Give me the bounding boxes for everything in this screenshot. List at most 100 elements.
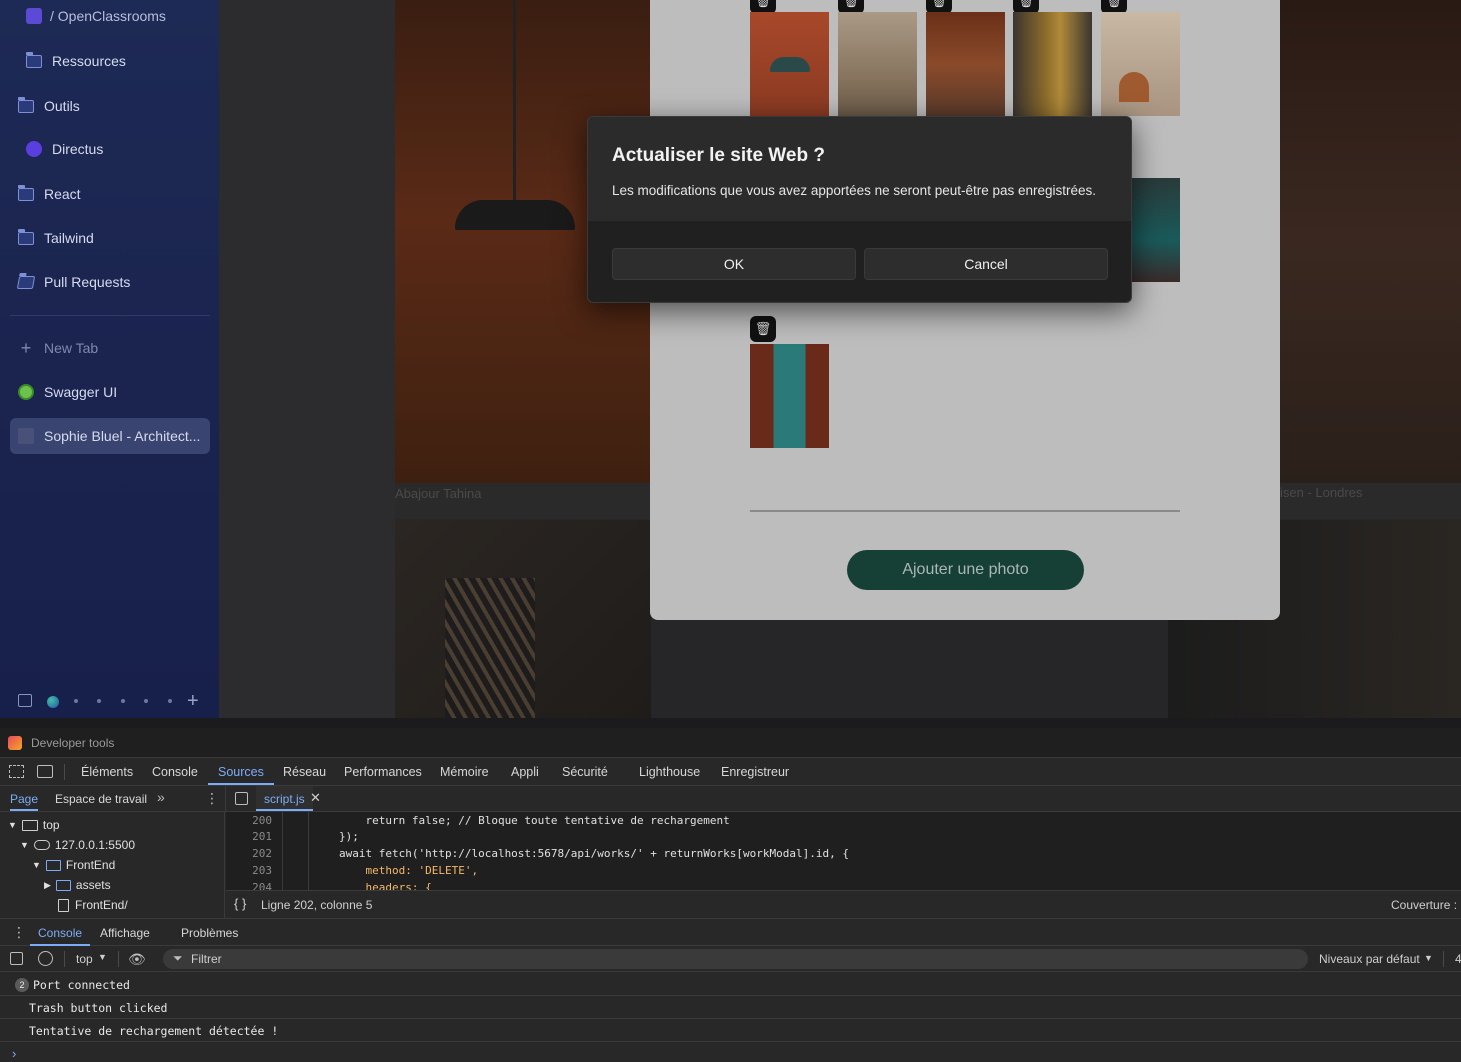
tree-label: 127.0.0.1:5500 — [54, 838, 135, 852]
close-icon[interactable]: ✕ — [310, 790, 321, 806]
page-left-background — [219, 0, 395, 718]
globe-icon[interactable] — [47, 696, 59, 708]
sidebar-tab-label: Sophie Bluel - Architect... — [44, 428, 201, 444]
log-levels-dropdown[interactable]: Niveaux par défaut — [1319, 952, 1420, 966]
cancel-button[interactable]: Cancel — [864, 248, 1108, 280]
context-selector[interactable]: top — [76, 952, 93, 966]
chevron-down-icon: ▼ — [1424, 953, 1433, 963]
thumbnail-image — [1132, 178, 1180, 282]
console-filter-input[interactable]: ⏷ Filtrer — [163, 949, 1308, 969]
console-message-text: Tentative de rechargement détectée ! — [29, 1024, 279, 1038]
tree-item-top[interactable]: ▼ top — [8, 818, 208, 832]
sidebar-item-tailwind[interactable]: Tailwind — [10, 220, 210, 256]
console-message-text: Trash button clicked — [29, 1001, 168, 1015]
folder-icon — [18, 96, 34, 113]
add-photo-button[interactable]: Ajouter une photo — [847, 550, 1084, 590]
tab-lighthouse[interactable]: Lighthouse — [639, 759, 700, 785]
sidebar-item-directus[interactable]: Directus — [10, 131, 210, 167]
format-icon[interactable]: { } — [234, 896, 246, 911]
add-space-icon[interactable]: + — [187, 690, 199, 713]
gallery-caption-left: Abajour Tahina — [395, 486, 482, 501]
devtools-title: Developer tools — [31, 736, 115, 750]
folder-icon — [26, 51, 42, 68]
sidebar-item-outils[interactable]: Outils — [10, 88, 210, 124]
sidebar-item-pull-requests[interactable]: Pull Requests — [10, 264, 210, 300]
tab-memory[interactable]: Mémoire — [440, 759, 489, 785]
pane-divider — [225, 786, 226, 812]
tab-console[interactable]: Console — [152, 759, 198, 785]
tab-performance[interactable]: Performances — [344, 759, 422, 785]
sidebar-toggle-icon[interactable] — [10, 952, 23, 965]
line-number: 203 — [252, 864, 272, 877]
tree-item-host[interactable]: ▼ 127.0.0.1:5500 — [20, 838, 220, 852]
thumbnail-image — [750, 12, 829, 116]
space-dot-icon[interactable] — [168, 699, 172, 703]
device-toolbar-icon[interactable] — [37, 765, 53, 778]
devtools-main-tabs: Éléments Console Sources Réseau Performa… — [0, 758, 1461, 786]
sidebar-tab-swagger[interactable]: Swagger UI — [10, 374, 210, 410]
kebab-menu-icon[interactable]: ⋮ — [205, 790, 219, 807]
tab-elements[interactable]: Éléments — [81, 759, 133, 785]
drawer-tab-rendering[interactable]: Affichage — [100, 920, 150, 946]
more-tabs-icon[interactable]: » — [157, 789, 165, 805]
tab-page[interactable]: Page — [10, 786, 39, 811]
gallery-image-right — [1280, 0, 1461, 483]
tree-item-frontend-file[interactable]: FrontEnd/ — [58, 898, 223, 912]
drawer-tab-console[interactable]: Console — [30, 920, 91, 946]
tab-sources[interactable]: Sources — [208, 759, 274, 785]
space-dot-icon[interactable] — [97, 699, 101, 703]
space-dot-icon[interactable] — [74, 699, 78, 703]
toolbar-divider — [1443, 951, 1444, 967]
directus-icon — [26, 141, 42, 157]
thumbnail-image — [1013, 12, 1092, 116]
cloud-icon — [33, 840, 50, 850]
drawer-tab-issues[interactable]: Problèmes — [181, 920, 238, 946]
new-tab-label: New Tab — [44, 340, 99, 356]
tab-recorder[interactable]: Enregistreur — [721, 759, 789, 785]
tree-item-assets[interactable]: ▶ assets — [44, 878, 224, 892]
thumbnail-image — [926, 12, 1005, 116]
file-tab-script[interactable]: script.js — [256, 786, 313, 811]
space-dot-icon[interactable] — [121, 699, 125, 703]
tree-item-frontend[interactable]: ▼ FrontEnd — [32, 858, 222, 872]
sidebar-item-react[interactable]: React — [10, 176, 210, 212]
tab-application[interactable]: Appli — [511, 759, 539, 785]
toggle-navigator-icon[interactable] — [235, 792, 248, 805]
console-toolbar: top ▼ 👁 ⏷ Filtrer Niveaux par défaut ▼ 4 — [0, 946, 1461, 972]
trash-icon[interactable]: 🗑 — [750, 316, 776, 342]
tab-security[interactable]: Sécurité — [562, 759, 608, 785]
clear-console-icon[interactable] — [38, 951, 53, 966]
sidebar-tab-sophie-bluel[interactable]: Sophie Bluel - Architect... — [10, 418, 210, 454]
tab-network[interactable]: Réseau — [283, 759, 326, 785]
page-icon — [18, 428, 34, 444]
dialog-message: Les modifications que vous avez apportée… — [612, 183, 1097, 198]
kebab-menu-icon[interactable]: ⋮ — [12, 924, 26, 941]
code-line: await fetch('http://localhost:5678/api/w… — [339, 847, 849, 860]
tab-workspace[interactable]: Espace de travail — [55, 786, 147, 811]
inspect-element-icon[interactable] — [9, 765, 24, 778]
indent-guide — [308, 812, 309, 890]
sidebar-item-ressources[interactable]: Ressources — [10, 43, 210, 79]
tree-label: top — [42, 818, 60, 832]
arch-shape — [1119, 72, 1149, 102]
filter-icon: ⏷ — [173, 951, 183, 965]
workspace-breadcrumb[interactable]: / OpenClassrooms — [50, 8, 166, 24]
new-tab-button[interactable]: + New Tab — [10, 330, 210, 366]
sidebar-item-label: Ressources — [52, 53, 126, 69]
ok-button[interactable]: OK — [612, 248, 856, 280]
sidebar-item-label: Pull Requests — [44, 274, 131, 290]
gallery-caption-right: isen - Londres — [1280, 485, 1363, 500]
toolbar-divider — [64, 951, 65, 967]
console-prompt-icon[interactable]: › — [12, 1046, 16, 1061]
developer-tools-panel: Developer tools Éléments Console Sources… — [0, 728, 1461, 1062]
issues-count[interactable]: 4 — [1455, 952, 1461, 966]
eye-icon[interactable]: 👁 — [128, 951, 146, 968]
dialog-title: Actualiser le site Web ? — [612, 145, 825, 166]
folder-open-icon — [16, 275, 36, 289]
workspace-icon[interactable] — [26, 8, 42, 24]
space-dot-icon[interactable] — [144, 699, 148, 703]
gallery-modal: 🗑 🗑 🗑 🗑 🗑 🗑 Ajouter une photo — [650, 0, 1280, 620]
tree-label: FrontEnd — [65, 858, 116, 872]
archive-icon[interactable] — [18, 694, 32, 707]
swagger-icon — [18, 384, 34, 400]
